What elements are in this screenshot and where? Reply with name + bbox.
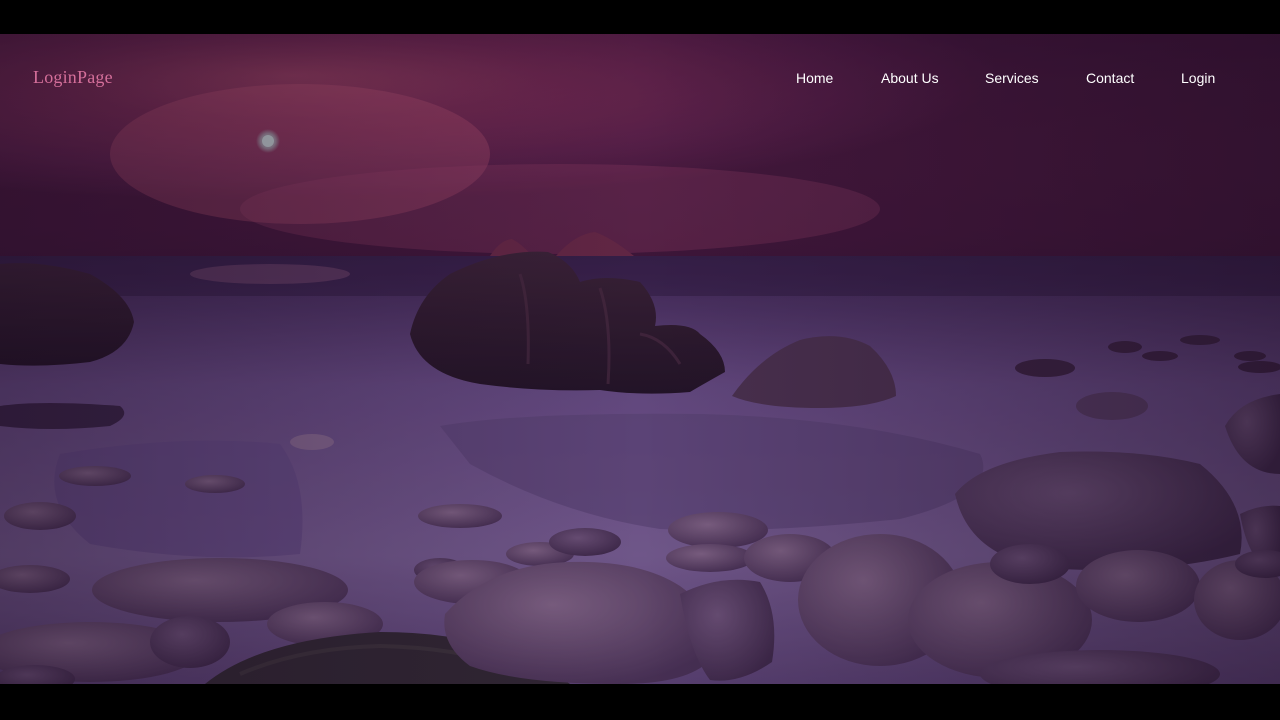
hero-section: LoginPage Home About Us Services Contact…: [0, 34, 1280, 684]
site-logo[interactable]: LoginPage: [33, 67, 113, 88]
nav-link-services[interactable]: Services: [985, 70, 1039, 86]
nav-link-home[interactable]: Home: [796, 70, 833, 86]
hero-background-image: [0, 34, 1280, 684]
nav-link-about-us[interactable]: About Us: [881, 70, 939, 86]
navbar: LoginPage Home About Us Services Contact…: [0, 34, 1280, 124]
page-frame: LoginPage Home About Us Services Contact…: [0, 0, 1280, 720]
nav-link-login[interactable]: Login: [1181, 70, 1215, 86]
nav-link-contact[interactable]: Contact: [1086, 70, 1134, 86]
